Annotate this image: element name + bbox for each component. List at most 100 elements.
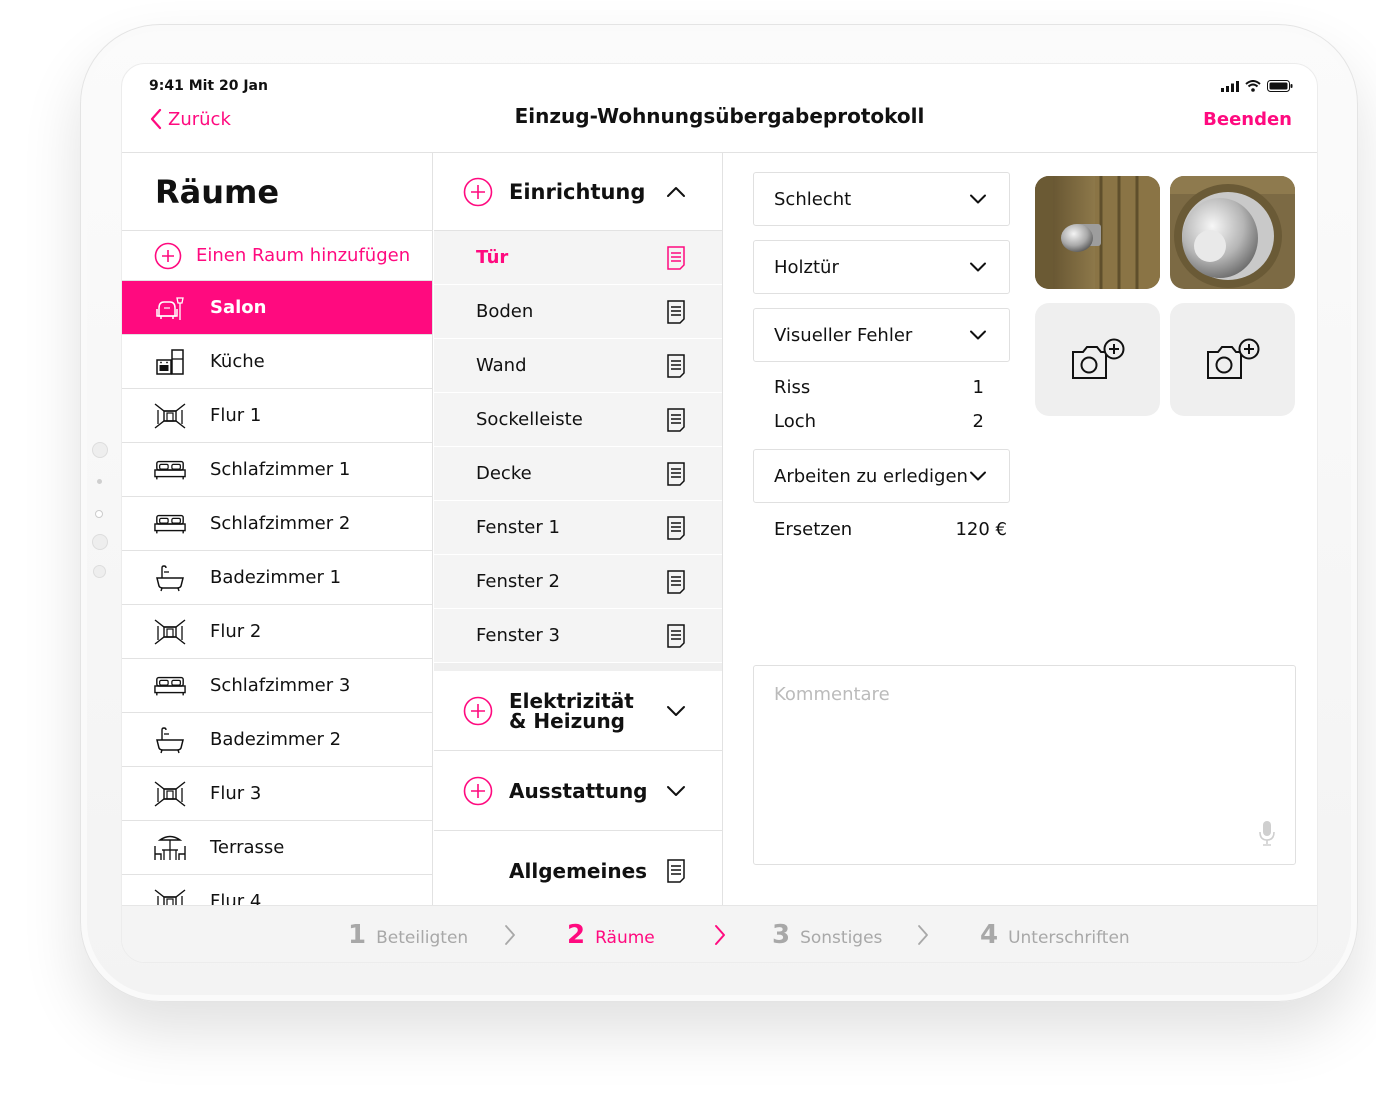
defect-row-riss: Riss 1 xyxy=(774,377,984,398)
defect-dropdown[interactable]: Visueller Fehler xyxy=(753,308,1010,362)
step-raeume[interactable]: 2 Räume xyxy=(567,920,655,950)
signal-icon xyxy=(1221,80,1239,92)
dropdown-value: Holztür xyxy=(774,256,839,278)
room-item-kueche[interactable]: Küche xyxy=(122,335,432,389)
hallway-icon xyxy=(154,402,186,430)
document-icon xyxy=(667,569,685,594)
room-item-badezimmer-1[interactable]: Badezimmer 1 xyxy=(122,551,432,605)
item-fenster-1[interactable]: Fenster 1 xyxy=(434,501,722,555)
defect-count: 2 xyxy=(972,411,984,432)
plus-circle-icon xyxy=(463,696,493,725)
condition-dropdown[interactable]: Schlecht xyxy=(753,172,1010,226)
add-room-label: Einen Raum hinzufügen xyxy=(196,245,411,266)
plus-circle-icon xyxy=(463,177,493,206)
category-einrichtung[interactable]: Einrichtung xyxy=(434,153,722,231)
room-item-terrasse[interactable]: Terrasse xyxy=(122,821,432,875)
chevron-down-icon xyxy=(667,705,685,716)
chevron-down-icon xyxy=(970,471,986,481)
work-dropdown[interactable]: Arbeiten zu erledigen xyxy=(753,449,1010,503)
door-lock-photo xyxy=(1170,176,1295,289)
room-item-schlafzimmer-3[interactable]: Schlafzimmer 3 xyxy=(122,659,432,713)
room-label: Schlafzimmer 3 xyxy=(210,675,351,696)
item-wand[interactable]: Wand xyxy=(434,339,722,393)
document-icon xyxy=(667,461,685,486)
document-icon xyxy=(667,623,685,648)
add-photo-button[interactable] xyxy=(1170,303,1295,416)
side-button xyxy=(93,565,106,578)
item-tuer[interactable]: Tür xyxy=(434,231,722,285)
room-item-flur-3[interactable]: Flur 3 xyxy=(122,767,432,821)
step-number: 4 xyxy=(980,920,999,950)
photo-thumbnail[interactable] xyxy=(1170,176,1295,289)
item-label: Tür xyxy=(476,247,509,268)
chevron-down-icon xyxy=(970,330,986,340)
add-room-button[interactable]: Einen Raum hinzufügen xyxy=(122,231,432,281)
terrace-icon xyxy=(154,834,186,862)
plus-circle-icon xyxy=(154,242,182,269)
step-label: Räume xyxy=(595,928,655,948)
step-beteiligten[interactable]: 1 Beteiligten xyxy=(348,920,468,950)
category-label: Allgemeines xyxy=(509,858,648,883)
replace-label: Ersetzen xyxy=(774,519,853,540)
category-ausstattung[interactable]: Ausstattung xyxy=(434,751,722,831)
room-item-schlafzimmer-1[interactable]: Schlafzimmer 1 xyxy=(122,443,432,497)
room-label: Schlafzimmer 1 xyxy=(210,459,351,480)
comments-placeholder: Kommentare xyxy=(774,684,890,705)
room-item-flur-2[interactable]: Flur 2 xyxy=(122,605,432,659)
step-number: 3 xyxy=(772,920,791,950)
detail-panel: Schlecht Holztür Visueller Fehler Riss 1… xyxy=(724,153,1317,905)
end-button[interactable]: Beenden xyxy=(1203,109,1292,130)
side-dot xyxy=(97,479,102,484)
hallway-icon xyxy=(154,888,186,905)
hallway-icon xyxy=(154,780,186,808)
document-icon xyxy=(667,299,685,324)
room-label: Flur 4 xyxy=(210,891,262,905)
category-panel: Einrichtung Tür Boden Wand Sockelleiste … xyxy=(434,153,723,905)
armchair-lamp-icon xyxy=(154,294,186,322)
side-button xyxy=(92,534,108,550)
battery-icon xyxy=(1267,80,1293,92)
plus-circle-icon xyxy=(463,776,493,805)
item-decke[interactable]: Decke xyxy=(434,447,722,501)
defect-label: Loch xyxy=(774,411,817,432)
room-item-flur-1[interactable]: Flur 1 xyxy=(122,389,432,443)
item-fenster-3[interactable]: Fenster 3 xyxy=(434,609,722,663)
photo-thumbnail[interactable] xyxy=(1035,176,1160,289)
room-item-schlafzimmer-2[interactable]: Schlafzimmer 2 xyxy=(122,497,432,551)
chevron-right-icon xyxy=(918,925,928,945)
rooms-title: Räume xyxy=(122,153,432,231)
microphone-icon[interactable] xyxy=(1259,820,1275,846)
step-sonstiges[interactable]: 3 Sonstiges xyxy=(772,920,882,950)
category-elektrizitaet-heizung[interactable]: Elektrizität & Heizung xyxy=(434,671,722,751)
category-allgemeines[interactable]: Allgemeines xyxy=(434,831,722,905)
comments-field[interactable]: Kommentare xyxy=(753,665,1296,865)
bed-icon xyxy=(154,672,186,700)
camera-plus-icon xyxy=(1071,338,1124,379)
room-label: Salon xyxy=(210,297,267,318)
chevron-down-icon xyxy=(970,194,986,204)
item-boden[interactable]: Boden xyxy=(434,285,722,339)
document-icon xyxy=(667,858,685,883)
page-title: Einzug-Wohnungsübergabeprotokoll xyxy=(514,104,925,128)
dropdown-value: Visueller Fehler xyxy=(774,324,913,346)
category-label-line1: Elektrizität xyxy=(509,688,634,713)
room-item-badezimmer-2[interactable]: Badezimmer 2 xyxy=(122,713,432,767)
material-dropdown[interactable]: Holztür xyxy=(753,240,1010,294)
dropdown-value: Schlecht xyxy=(774,188,852,210)
room-item-salon[interactable]: Salon xyxy=(122,281,432,335)
room-label: Küche xyxy=(210,351,265,372)
item-fenster-2[interactable]: Fenster 2 xyxy=(434,555,722,609)
room-label: Badezimmer 1 xyxy=(210,567,342,588)
category-label-line2: & Heizung xyxy=(509,708,625,733)
category-label: Ausstattung xyxy=(509,778,648,803)
step-unterschriften[interactable]: 4 Unterschriften xyxy=(980,920,1130,950)
kitchen-icon xyxy=(154,348,186,376)
chevron-right-icon xyxy=(505,925,515,945)
add-photo-button[interactable] xyxy=(1035,303,1160,416)
document-icon xyxy=(667,407,685,432)
item-label: Sockelleiste xyxy=(476,409,583,430)
wifi-icon xyxy=(1245,80,1261,92)
room-item-flur-4[interactable]: Flur 4 xyxy=(122,875,432,905)
item-label: Wand xyxy=(476,355,527,376)
item-sockelleiste[interactable]: Sockelleiste xyxy=(434,393,722,447)
